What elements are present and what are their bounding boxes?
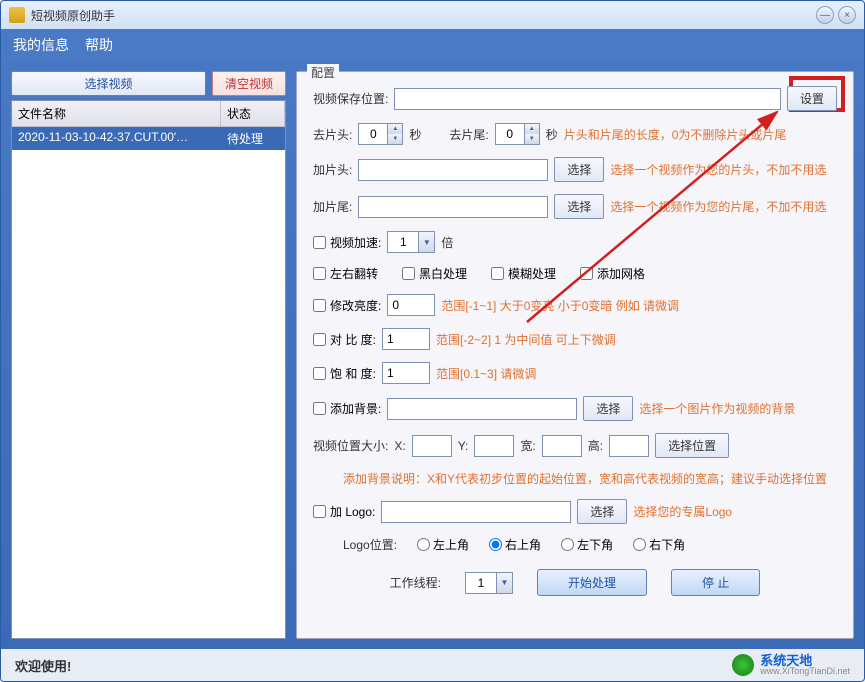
logo-hint: 选择您的专属Logo xyxy=(633,503,732,520)
add-head-input[interactable] xyxy=(358,159,548,181)
chevron-down-icon[interactable]: ▼ xyxy=(388,134,402,144)
pos-size-label: 视频位置大小: xyxy=(313,437,388,454)
radio-top-left[interactable]: 左上角 xyxy=(417,536,469,553)
chevron-down-icon[interactable]: ▼ xyxy=(418,232,434,252)
cell-filename: 2020-11-03-10-42-37.CUT.00'… xyxy=(12,127,221,150)
h-input[interactable] xyxy=(609,435,649,457)
close-button[interactable]: × xyxy=(838,6,856,24)
config-panel: 配置 视频保存位置: 设置 去片头: ▲▼ 秒 去片尾: xyxy=(296,71,854,639)
minimize-button[interactable]: — xyxy=(816,6,834,24)
threads-input[interactable] xyxy=(466,573,496,593)
bg-input[interactable] xyxy=(387,398,577,420)
sec-label: 秒 xyxy=(409,126,421,143)
choose-head-button[interactable]: 选择 xyxy=(554,157,604,182)
sec-label2: 秒 xyxy=(546,126,558,143)
x-input[interactable] xyxy=(412,435,452,457)
contrast-hint: 范围[-2~2] 1 为中间值 可上下微调 xyxy=(436,331,616,348)
save-path-input[interactable] xyxy=(394,88,781,110)
add-tail-label: 加片尾: xyxy=(313,198,352,215)
window-title: 短视频原创助手 xyxy=(31,7,816,24)
col-filename[interactable]: 文件名称 xyxy=(12,101,221,126)
watermark: 系统天地 www.XiTongTianDi.net xyxy=(732,654,850,676)
threads-label: 工作线程: xyxy=(390,574,441,591)
add-tail-input[interactable] xyxy=(358,196,548,218)
table-row[interactable]: 2020-11-03-10-42-37.CUT.00'… 待处理 xyxy=(12,127,285,150)
set-path-button[interactable]: 设置 xyxy=(787,86,837,111)
blur-checkbox[interactable]: 模糊处理 xyxy=(491,265,556,282)
menu-help[interactable]: 帮助 xyxy=(85,35,113,55)
saturation-checkbox[interactable]: 饱 和 度: xyxy=(313,365,376,382)
y-input[interactable] xyxy=(474,435,514,457)
radio-bottom-right[interactable]: 右下角 xyxy=(633,536,685,553)
speed-checkbox[interactable]: 视频加速: xyxy=(313,234,381,251)
menubar: 我的信息 帮助 xyxy=(1,29,864,61)
bg-checkbox[interactable]: 添加背景: xyxy=(313,400,381,417)
saturation-hint: 范围[0.1~3] 请微调 xyxy=(436,365,536,382)
w-label: 宽: xyxy=(520,437,535,454)
threads-combo[interactable]: ▼ xyxy=(465,572,513,594)
cell-status: 待处理 xyxy=(221,127,285,150)
col-status[interactable]: 状态 xyxy=(221,101,285,126)
trim-tail-spinner[interactable]: ▲▼ xyxy=(495,123,540,145)
contrast-input[interactable] xyxy=(382,328,430,350)
titlebar[interactable]: 短视频原创助手 — × xyxy=(1,1,864,29)
select-video-button[interactable]: 选择视频 xyxy=(11,71,206,96)
clear-video-button[interactable]: 清空视频 xyxy=(212,71,286,96)
choose-bg-button[interactable]: 选择 xyxy=(583,396,633,421)
trim-hint: 片头和片尾的长度，0为不删除片头或片尾 xyxy=(564,126,787,143)
menu-my-info[interactable]: 我的信息 xyxy=(13,35,69,55)
grid-checkbox[interactable]: 添加网格 xyxy=(580,265,645,282)
chevron-down-icon[interactable]: ▼ xyxy=(525,134,539,144)
chevron-down-icon[interactable]: ▼ xyxy=(496,573,512,593)
logo-pos-label: Logo位置: xyxy=(343,536,397,553)
welcome-text: 欢迎使用! xyxy=(15,656,71,675)
brightness-checkbox[interactable]: 修改亮度: xyxy=(313,297,381,314)
bw-checkbox[interactable]: 黑白处理 xyxy=(402,265,467,282)
contrast-checkbox[interactable]: 对 比 度: xyxy=(313,331,376,348)
globe-icon xyxy=(732,654,754,676)
y-label: Y: xyxy=(458,439,469,453)
flip-checkbox[interactable]: 左右翻转 xyxy=(313,265,378,282)
statusbar: 欢迎使用! 系统天地 www.XiTongTianDi.net xyxy=(1,649,864,681)
stop-button[interactable]: 停 止 xyxy=(671,569,760,596)
h-label: 高: xyxy=(588,437,603,454)
trim-head-input[interactable] xyxy=(359,124,387,144)
add-head-label: 加片头: xyxy=(313,161,352,178)
trim-head-label: 去片头: xyxy=(313,126,352,143)
speed-unit: 倍 xyxy=(441,234,453,251)
logo-checkbox[interactable]: 加 Logo: xyxy=(313,503,375,520)
speed-combo[interactable]: ▼ xyxy=(387,231,435,253)
choose-logo-button[interactable]: 选择 xyxy=(577,499,627,524)
bg-hint: 选择一个图片作为视频的背景 xyxy=(639,400,795,417)
saturation-input[interactable] xyxy=(382,362,430,384)
add-tail-hint: 选择一个视频作为您的片尾，不加不用选 xyxy=(610,198,826,215)
brightness-hint: 范围[-1~1] 大于0变亮 小于0变暗 例如 请微调 xyxy=(441,297,679,314)
radio-bottom-left[interactable]: 左下角 xyxy=(561,536,613,553)
save-path-label: 视频保存位置: xyxy=(313,90,388,107)
trim-tail-label: 去片尾: xyxy=(449,126,488,143)
logo-input[interactable] xyxy=(381,501,571,523)
brand-en: www.XiTongTianDi.net xyxy=(760,667,850,676)
add-head-hint: 选择一个视频作为您的片头，不加不用选 xyxy=(610,161,826,178)
chevron-up-icon[interactable]: ▲ xyxy=(388,124,402,134)
bg-description: 添加背景说明：X和Y代表初步位置的起始位置，宽和高代表视频的宽高；建议手动选择位… xyxy=(343,470,827,487)
choose-position-button[interactable]: 选择位置 xyxy=(655,433,729,458)
video-table: 文件名称 状态 2020-11-03-10-42-37.CUT.00'… 待处理 xyxy=(11,100,286,639)
radio-top-right[interactable]: 右上角 xyxy=(489,536,541,553)
chevron-up-icon[interactable]: ▲ xyxy=(525,124,539,134)
trim-tail-input[interactable] xyxy=(496,124,524,144)
app-window: 短视频原创助手 — × 我的信息 帮助 选择视频 清空视频 文件名称 状态 20… xyxy=(0,0,865,682)
x-label: X: xyxy=(394,439,405,453)
app-icon xyxy=(9,7,25,23)
speed-input[interactable] xyxy=(388,232,418,252)
w-input[interactable] xyxy=(542,435,582,457)
choose-tail-button[interactable]: 选择 xyxy=(554,194,604,219)
trim-head-spinner[interactable]: ▲▼ xyxy=(358,123,403,145)
start-button[interactable]: 开始处理 xyxy=(537,569,647,596)
config-legend: 配置 xyxy=(307,64,339,81)
brightness-input[interactable] xyxy=(387,294,435,316)
left-panel: 选择视频 清空视频 文件名称 状态 2020-11-03-10-42-37.CU… xyxy=(11,71,286,639)
